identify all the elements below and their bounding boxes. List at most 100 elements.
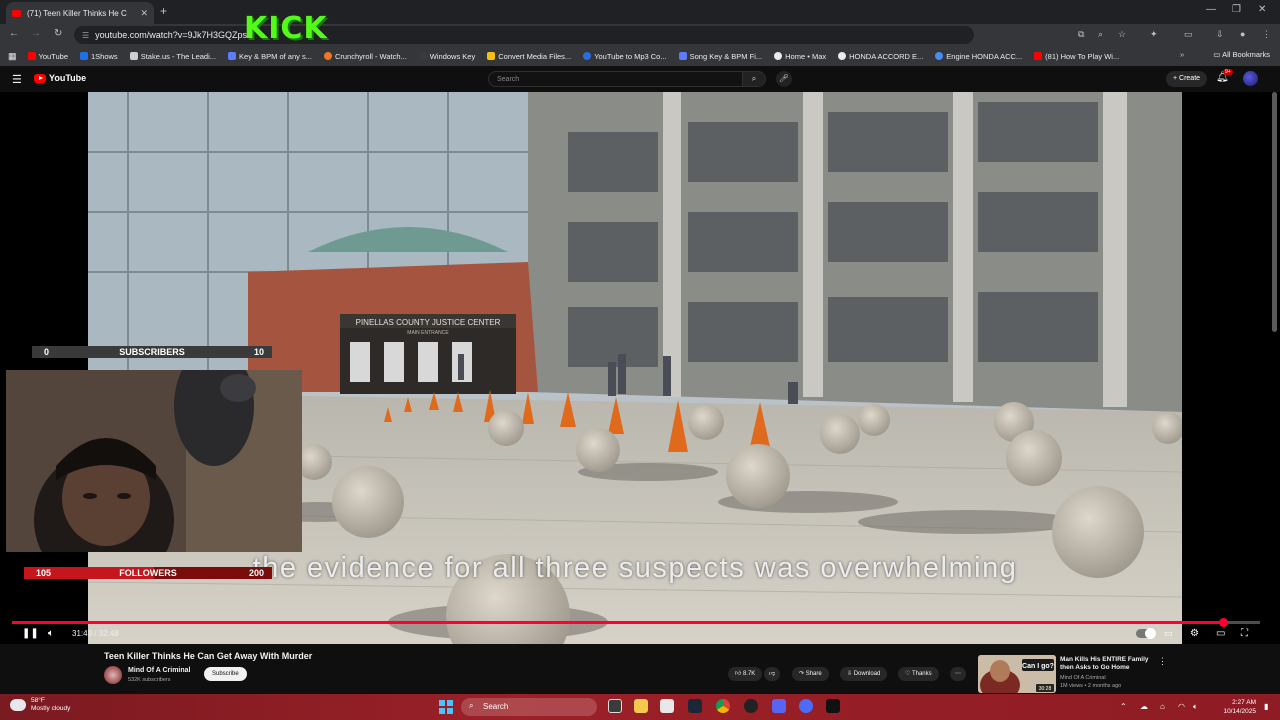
extensions-icon[interactable]: ✦	[1150, 29, 1158, 40]
time-display: 31:49 / 32:48	[72, 629, 119, 638]
video-progress-bar[interactable]	[12, 618, 1260, 627]
clock-time: 2:27 AM	[1232, 699, 1256, 706]
key-bpm-icon	[228, 52, 237, 60]
youtube-bookmark-icon-2	[1034, 52, 1043, 60]
video-player[interactable]: PINELLAS COUNTY JUSTICE CENTER MAIN ENTR…	[0, 92, 1280, 644]
more-actions-icon[interactable]: ⋯	[950, 667, 966, 681]
close-window-icon[interactable]: ✕	[1258, 4, 1266, 15]
taskbar-search[interactable]: Search	[461, 698, 597, 716]
captions-icon[interactable]: ▭	[1164, 628, 1173, 639]
bookmark-how-to-play[interactable]: (81) How To Play Wi...	[1029, 52, 1124, 61]
thanks-button[interactable]: ♡ Thanks	[898, 667, 939, 681]
pause-icon[interactable]: ❚❚	[22, 628, 39, 639]
bookmark-1shows[interactable]: 1Shows	[75, 52, 123, 61]
download-button[interactable]: ⇩ Download	[840, 667, 888, 681]
network-icon[interactable]: ⌂	[1160, 702, 1165, 711]
recommended-title[interactable]: Man Kills His ENTIRE Family then Asks to…	[1060, 656, 1156, 672]
volume-icon[interactable]: 🔈︎	[48, 628, 54, 639]
minimize-icon[interactable]: —	[1206, 4, 1216, 15]
thumbs-down-icon: 👎︎	[769, 671, 776, 677]
microphone-icon[interactable]: 🎤︎	[776, 71, 792, 87]
settings-gear-icon[interactable]: ⚙	[1190, 628, 1199, 639]
channel-avatar[interactable]	[104, 666, 122, 684]
honda-engine-icon	[935, 52, 944, 60]
speaker-icon[interactable]: 🔈︎	[1193, 702, 1198, 712]
bookmark-honda-2[interactable]: Engine HONDA ACC...	[930, 52, 1027, 61]
subscribe-button[interactable]: Subscribe	[204, 667, 247, 681]
maximize-icon[interactable]: ❐	[1232, 4, 1241, 15]
windows-taskbar: 58°F Mostly cloudy ⌕ Search ⌃ ☁ ⌂ ◠ 🔈︎ 2…	[0, 694, 1280, 720]
tray-cloud-icon[interactable]: ☁	[1140, 702, 1148, 711]
bookmark-yt-mp3[interactable]: YouTube to Mp3 Co...	[578, 52, 671, 61]
autoplay-toggle[interactable]	[1136, 628, 1156, 639]
page-scrollbar[interactable]	[1272, 92, 1277, 332]
hamburger-menu-icon[interactable]: ☰	[12, 73, 22, 86]
menu-dots-icon[interactable]: ⋮	[1262, 29, 1271, 40]
task-view-icon[interactable]	[608, 699, 622, 713]
youtube-header: ☰ YouTube Search ⌕ 🎤︎ + Create 🔔︎ 9+	[0, 66, 1280, 92]
tray-overflow-icon[interactable]: ⌃	[1120, 702, 1127, 711]
bookmark-stake[interactable]: Stake.us - The Leadi...	[125, 52, 221, 61]
windows-start-icon[interactable]	[439, 700, 453, 714]
zoom-icon[interactable]: ⌕	[1098, 29, 1103, 40]
obs-icon[interactable]	[744, 699, 758, 713]
bookmark-honda-1[interactable]: HONDA ACCORD E...	[833, 52, 928, 61]
reload-icon[interactable]: ↻	[54, 28, 62, 39]
downloads-icon[interactable]: ⇩	[1216, 29, 1224, 40]
recommended-more-icon[interactable]: ⋮	[1158, 656, 1167, 667]
browser-tab[interactable]: (71) Teen Killer Thinks He C ✕	[6, 2, 154, 24]
chrome-icon[interactable]	[716, 699, 730, 713]
bookmarks-overflow-icon[interactable]: »	[1180, 50, 1184, 59]
search-input[interactable]: Search	[488, 71, 744, 87]
new-tab-button[interactable]: +	[160, 4, 167, 18]
bookmark-star-icon[interactable]: ☆	[1118, 29, 1126, 40]
back-icon[interactable]: ←	[9, 28, 19, 39]
channel-name[interactable]: Mind Of A Criminal	[128, 667, 190, 674]
like-button[interactable]: 👍︎ 8.7K	[728, 667, 763, 681]
bookmark-max[interactable]: Home • Max	[769, 52, 831, 61]
kick-logo: KICK	[244, 11, 328, 46]
weather-widget[interactable]: 58°F Mostly cloudy	[10, 697, 70, 713]
forward-icon[interactable]: →	[31, 28, 41, 39]
webcam-feed	[6, 370, 302, 552]
notification-badge: 9+	[1223, 69, 1233, 75]
bookmark-crunchyroll[interactable]: Crunchyroll - Watch...	[319, 52, 412, 61]
settings-app-icon[interactable]	[799, 699, 813, 713]
tab-close-icon[interactable]: ✕	[140, 8, 148, 19]
recommended-thumbnail[interactable]: Can I go? 30:28	[978, 655, 1056, 693]
site-info-icon[interactable]: ☰	[82, 31, 89, 40]
share-button[interactable]: ↷ Share	[792, 667, 829, 681]
profile-icon[interactable]: ●	[1240, 29, 1245, 39]
sidebar-icon[interactable]: ▭	[1184, 29, 1193, 40]
discord-icon[interactable]	[772, 699, 786, 713]
bookmark-convert-media[interactable]: Convert Media Files...	[482, 52, 576, 61]
bookmark-youtube[interactable]: YouTube	[23, 52, 73, 61]
dislike-button[interactable]: 👎︎	[764, 667, 781, 681]
store-icon[interactable]	[660, 699, 674, 713]
url-text[interactable]: youtube.com/watch?v=9Jk7H3GQZps	[95, 30, 247, 40]
bookmark-song-key[interactable]: Song Key & BPM Fi...	[674, 52, 768, 61]
thanks-icon: ♡	[905, 671, 912, 677]
wifi-icon[interactable]: ◠	[1178, 702, 1185, 711]
fullscreen-icon[interactable]: ⛶	[1241, 628, 1248, 639]
omnibox[interactable]: ☰ youtube.com/watch?v=9Jk7H3GQZps	[74, 26, 974, 44]
bookmark-key-bpm[interactable]: Key & BPM of any s...	[223, 52, 317, 61]
search-icon[interactable]: ⌕	[742, 71, 766, 87]
all-bookmarks-button[interactable]: ▭ All Bookmarks	[1213, 50, 1270, 59]
video-frame[interactable]: PINELLAS COUNTY JUSTICE CENTER MAIN ENTR…	[88, 92, 1182, 644]
theater-mode-icon[interactable]: ▭	[1216, 628, 1225, 639]
progress-scrubber[interactable]	[1218, 618, 1228, 627]
apple-tv-icon[interactable]	[826, 699, 840, 713]
cast-icon[interactable]: ⧉	[1078, 29, 1084, 40]
file-explorer-icon[interactable]	[634, 699, 648, 713]
notification-center-icon[interactable]: ▮	[1264, 702, 1268, 711]
account-avatar[interactable]	[1243, 71, 1258, 86]
taskbar-clock[interactable]: 2:27 AM 10/14/2025	[1214, 698, 1256, 716]
steam-icon[interactable]	[688, 699, 702, 713]
create-button[interactable]: + Create	[1166, 71, 1208, 87]
recommended-meta: 1M views • 2 months ago	[1060, 683, 1122, 689]
youtube-logo[interactable]: YouTube	[34, 73, 86, 83]
bookmark-windows-key[interactable]: Windows Key	[414, 52, 480, 61]
apps-grid-icon[interactable]: ▦	[8, 51, 17, 62]
recommended-channel[interactable]: Mind Of A Criminal	[1060, 675, 1106, 681]
